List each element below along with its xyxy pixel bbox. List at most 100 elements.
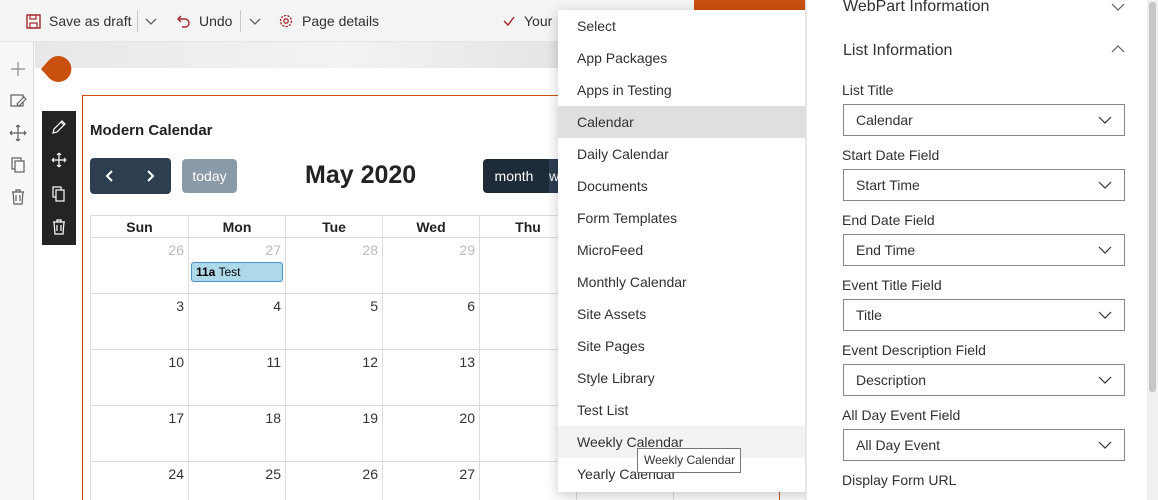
pencil-icon[interactable] (51, 119, 67, 135)
calendar-day-cell[interactable]: 11 (189, 350, 286, 406)
day-number: 18 (265, 410, 281, 426)
undo-button[interactable]: Undo (176, 0, 232, 42)
month-view-button[interactable]: month (483, 159, 545, 193)
calendar-day-cell[interactable]: 20 (383, 406, 480, 462)
duplicate-icon[interactable] (9, 156, 27, 174)
dropdown-option[interactable]: MicroFeed (558, 234, 841, 266)
calendar-day-cell[interactable]: 26 (286, 462, 383, 500)
dropdown-option[interactable]: Apps in Testing (558, 74, 841, 106)
day-header: Mon (189, 216, 286, 238)
dropdown-option[interactable]: App Packages (558, 42, 841, 74)
select-value: Calendar (856, 112, 913, 128)
dropdown-option[interactable]: Documents (558, 170, 841, 202)
dropdown-option[interactable]: Monthly Calendar (558, 266, 841, 298)
calendar-day-cell[interactable]: 13 (383, 350, 480, 406)
chevron-down-icon[interactable] (248, 14, 262, 28)
dropdown-option[interactable]: Daily Calendar (558, 138, 841, 170)
duplicate-icon[interactable] (51, 186, 67, 202)
next-button[interactable] (130, 158, 170, 194)
day-number: 10 (168, 354, 184, 370)
select-value: All Day Event (856, 437, 941, 453)
dropdown-option[interactable]: Site Pages (558, 330, 841, 362)
scrollbar-thumb[interactable] (1149, 2, 1156, 392)
checkmark-icon (503, 16, 515, 27)
day-number: 3 (176, 298, 184, 314)
dropdown-option[interactable]: Site Assets (558, 298, 841, 330)
dropdown-option[interactable]: Style Library (558, 362, 841, 394)
field-label: Event Description Field (842, 342, 986, 358)
event-title: Test (218, 265, 241, 279)
edit-section-icon[interactable] (9, 92, 27, 110)
chevron-down-icon (1098, 246, 1112, 254)
save-icon (26, 13, 41, 29)
calendar-day-cell[interactable]: 27 11a Test (189, 238, 286, 294)
chevron-down-icon[interactable] (1111, 0, 1125, 14)
calendar-day-cell[interactable]: 29 (383, 238, 480, 294)
calendar-day-cell[interactable]: 28 (286, 238, 383, 294)
section-webpart-info[interactable]: WebPart Information (843, 0, 989, 16)
calendar-day-cell[interactable]: 10 (91, 350, 189, 406)
save-as-draft-button[interactable]: Save as draft (26, 0, 132, 42)
prev-button[interactable] (90, 158, 130, 194)
dropdown-option[interactable]: Form Templates (558, 202, 841, 234)
end-date-select[interactable]: End Time (843, 234, 1125, 266)
calendar-event[interactable]: 11a Test (191, 262, 283, 282)
dropdown-option[interactable]: Select (558, 10, 841, 42)
chevron-down-icon (1098, 376, 1112, 384)
day-number: 12 (362, 354, 378, 370)
calendar-day-cell[interactable]: 27 (383, 462, 480, 500)
calendar-day-cell[interactable]: 19 (286, 406, 383, 462)
select-value: End Time (856, 242, 916, 258)
day-number: 25 (265, 466, 281, 482)
calendar-day-cell[interactable]: 26 (91, 238, 189, 294)
event-description-select[interactable]: Description (843, 364, 1125, 396)
delete-icon[interactable] (51, 219, 67, 235)
calendar-day-cell[interactable]: 25 (189, 462, 286, 500)
day-header: Tue (286, 216, 383, 238)
calendar-day-cell[interactable]: 5 (286, 294, 383, 350)
event-time: 11a (196, 265, 216, 279)
webpart-toolbar (42, 111, 76, 245)
field-label: End Date Field (842, 212, 935, 228)
calendar-day-cell[interactable]: 3 (91, 294, 189, 350)
chevron-down-icon[interactable] (144, 14, 158, 28)
calendar-day-cell[interactable]: 12 (286, 350, 383, 406)
field-label: Start Date Field (842, 147, 940, 163)
calendar-nav-group (90, 158, 171, 194)
list-title-dropdown-menu: Select App Packages Apps in Testing Cale… (558, 10, 841, 492)
page-details-button[interactable]: Page details (278, 0, 379, 42)
calendar-day-cell[interactable]: 17 (91, 406, 189, 462)
chevron-up-icon[interactable] (1111, 42, 1125, 56)
event-title-select[interactable]: Title (843, 299, 1125, 331)
calendar-grid: Sun Mon Tue Wed Thu 26 27 11a Test 28 29… (90, 215, 577, 500)
dropdown-option[interactable]: Test List (558, 394, 841, 426)
delete-icon[interactable] (9, 188, 27, 206)
dropdown-option-selected[interactable]: Calendar (558, 106, 841, 138)
select-value: Description (856, 372, 927, 388)
calendar-day-cell[interactable]: 6 (383, 294, 480, 350)
publish-button-partial[interactable] (694, 0, 805, 10)
save-as-draft-label: Save as draft (49, 13, 132, 29)
plus-icon[interactable] (9, 60, 27, 78)
day-number: 17 (168, 410, 184, 426)
field-label: All Day Event Field (842, 407, 961, 423)
calendar-day-cell[interactable]: 18 (189, 406, 286, 462)
today-button[interactable]: today (182, 159, 237, 193)
day-number: 27 (459, 466, 475, 482)
day-number: 6 (467, 298, 475, 314)
move-icon[interactable] (9, 124, 27, 142)
section-marker-icon[interactable] (39, 54, 75, 84)
page-details-label: Page details (302, 13, 380, 29)
calendar-day-cell[interactable]: 4 (189, 294, 286, 350)
status-text: Your (502, 0, 552, 42)
undo-label: Undo (199, 13, 233, 29)
chevron-left-icon (105, 170, 113, 182)
pane-scrollbar[interactable] (1147, 0, 1158, 500)
list-title-select[interactable]: Calendar (843, 104, 1125, 136)
calendar-day-cell[interactable]: 24 (91, 462, 189, 500)
all-day-event-select[interactable]: All Day Event (843, 429, 1125, 461)
move-icon[interactable] (51, 152, 67, 168)
day-number: 26 (362, 466, 378, 482)
start-date-select[interactable]: Start Time (843, 169, 1125, 201)
section-list-info[interactable]: List Information (843, 42, 952, 60)
